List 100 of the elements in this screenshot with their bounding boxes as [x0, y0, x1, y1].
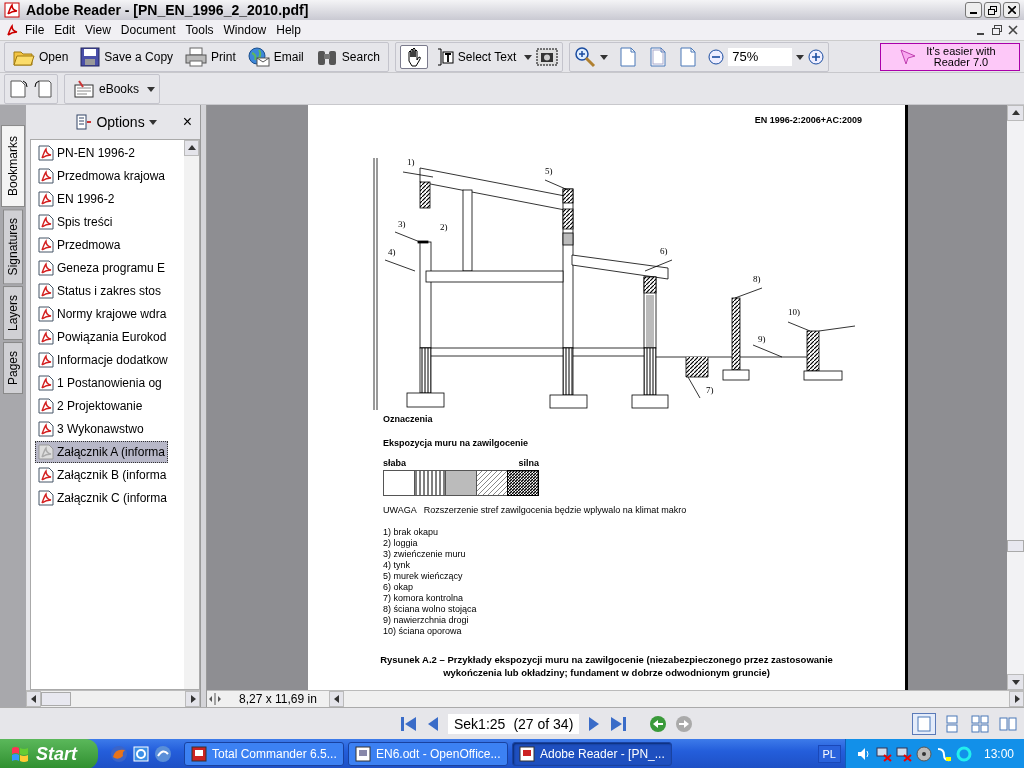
split-view-icon[interactable]	[207, 692, 223, 706]
legend-item: 6) okap	[383, 582, 415, 593]
leader-line	[752, 344, 783, 358]
close-button[interactable]	[1003, 2, 1020, 18]
hand-tool-button[interactable]	[399, 44, 428, 69]
page-icon	[620, 46, 637, 67]
left-arrow-icon	[332, 695, 341, 703]
bookmark-item[interactable]: Załącznik A (informa	[35, 441, 169, 463]
page-layout-button[interactable]	[968, 712, 992, 735]
bookmark-item[interactable]: Normy krajowe wdra	[35, 303, 170, 325]
pdf-document-icon	[38, 467, 54, 483]
rotate-page-icon[interactable]	[33, 78, 53, 99]
menu-item[interactable]: Document	[115, 22, 181, 38]
scroll-left-button[interactable]	[26, 691, 41, 707]
legend-item: 1) brak okapu	[383, 527, 440, 538]
browser-icon[interactable]	[132, 745, 150, 763]
toolbar-button[interactable]: Open	[9, 44, 73, 69]
caret-icon[interactable]	[600, 52, 609, 61]
panel-tab[interactable]: Bookmarks	[1, 125, 25, 208]
scrollbar-thumb[interactable]	[1007, 540, 1024, 552]
taskbar-button[interactable]: EN6.odt - OpenOffice...	[348, 742, 508, 766]
bookmark-item[interactable]: EN 1996-2	[35, 188, 118, 210]
restore-button[interactable]	[984, 2, 1001, 18]
back-button[interactable]	[649, 714, 668, 733]
last-page-button[interactable]	[609, 715, 628, 732]
toolbar-button[interactable]: Search	[311, 44, 384, 69]
bookmark-item[interactable]: Informacje dodatkow	[35, 349, 171, 371]
disc-icon[interactable]	[915, 746, 932, 762]
panel-tab[interactable]: Pages	[3, 342, 23, 395]
caret-icon[interactable]	[796, 52, 805, 61]
zoom-in-magnifier-icon[interactable]	[574, 45, 597, 68]
options-menu-button[interactable]: Options	[70, 113, 163, 131]
network-error-icon[interactable]	[875, 746, 892, 762]
bookmark-item[interactable]: Przedmowa krajowa	[35, 165, 169, 187]
menu-item[interactable]: Help	[271, 22, 306, 38]
menu-item[interactable]: File	[20, 22, 50, 38]
bookmark-item[interactable]: 2 Projektowanie	[35, 395, 146, 417]
leader-line	[734, 287, 763, 299]
page-icon	[650, 46, 667, 67]
page-icon	[680, 46, 697, 67]
mail-icon[interactable]	[154, 745, 172, 763]
callout-label: 2)	[440, 222, 448, 232]
zoom-field[interactable]: 75%	[728, 47, 793, 66]
toolbar-button[interactable]: Save a Copy	[76, 44, 178, 69]
pdf-document-icon	[38, 329, 54, 345]
scroll-up-button[interactable]	[1007, 105, 1024, 121]
toolbar-button[interactable]: Email	[243, 44, 308, 69]
continuous-page-icon	[943, 714, 961, 733]
rotate-page-icon[interactable]	[9, 78, 29, 99]
restore-icon[interactable]	[990, 23, 1004, 37]
panel-tab[interactable]: Layers	[3, 286, 23, 341]
panel-tab[interactable]: Signatures	[3, 209, 23, 285]
bookmark-item[interactable]: Geneza programu E	[35, 257, 169, 279]
scroll-left-button[interactable]	[329, 691, 344, 707]
left-arrow-icon	[29, 695, 38, 703]
scroll-right-button[interactable]	[185, 691, 200, 707]
menu-item[interactable]: Edit	[49, 22, 81, 38]
scroll-up-button[interactable]	[184, 140, 199, 156]
upgrade-button[interactable]: It's easier with Reader 7.0	[880, 42, 1020, 71]
first-page-button[interactable]	[400, 715, 418, 732]
minimize-button[interactable]	[965, 2, 982, 18]
scroll-right-button[interactable]	[1009, 691, 1024, 707]
menu-item[interactable]: Tools	[180, 22, 219, 38]
bookmark-item[interactable]: Załącznik C (informa	[35, 487, 171, 509]
bookmark-item[interactable]: Przedmowa	[35, 234, 124, 256]
bookmark-item[interactable]: 3 Wykonawstwo	[35, 418, 147, 440]
network-error-icon[interactable]	[895, 746, 912, 762]
leader-line	[384, 259, 416, 272]
scroll-down-button[interactable]	[1007, 674, 1024, 690]
menu-item[interactable]: View	[80, 22, 116, 38]
toolbar-button[interactable]: Print	[181, 44, 240, 69]
bookmark-item[interactable]: Status i zakres stos	[35, 280, 165, 302]
bookmark-item[interactable]: Spis treści	[35, 211, 116, 233]
speaker-icon[interactable]	[855, 746, 872, 762]
legend-item: 5) murek wieńczący	[383, 571, 464, 582]
previous-page-button[interactable]	[426, 715, 440, 732]
page-number-field[interactable]: Sek1:25 (27 of 34)	[448, 713, 580, 734]
taskbar-button[interactable]: Adobe Reader - [PN_...	[512, 742, 672, 766]
cable-icon[interactable]	[935, 746, 952, 762]
language-indicator[interactable]: PL	[817, 745, 841, 763]
bookmark-item[interactable]: 1 Postanowienia og	[35, 372, 165, 394]
zoom-in-icon[interactable]	[808, 48, 825, 65]
legend-item: 8) ściana wolno stojąca	[383, 604, 478, 615]
bookmark-item[interactable]: Załącznik B (informa	[35, 464, 170, 486]
bookmark-item[interactable]: PN-EN 1996-2	[35, 142, 139, 164]
scrollbar-thumb[interactable]	[41, 692, 71, 706]
bookmark-item[interactable]: Powiązania Eurokod	[35, 326, 170, 348]
menu-item[interactable]: Window	[218, 22, 272, 38]
pdf-document-icon	[38, 375, 54, 391]
page-layout-button[interactable]	[912, 712, 936, 735]
pdf-document-icon	[38, 191, 54, 207]
caret-icon[interactable]	[524, 52, 533, 61]
taskbar-button[interactable]: Total Commander 6.5...	[184, 742, 344, 766]
zoom-out-icon[interactable]	[708, 48, 725, 65]
caret-icon[interactable]	[147, 84, 156, 93]
page-size-label: 8,27 x 11,69 in	[238, 692, 318, 706]
close-icon[interactable]	[1006, 23, 1020, 37]
pdf-document-icon	[38, 352, 54, 368]
camera-icon[interactable]	[536, 46, 559, 67]
close-panel-button[interactable]: ×	[182, 113, 192, 131]
